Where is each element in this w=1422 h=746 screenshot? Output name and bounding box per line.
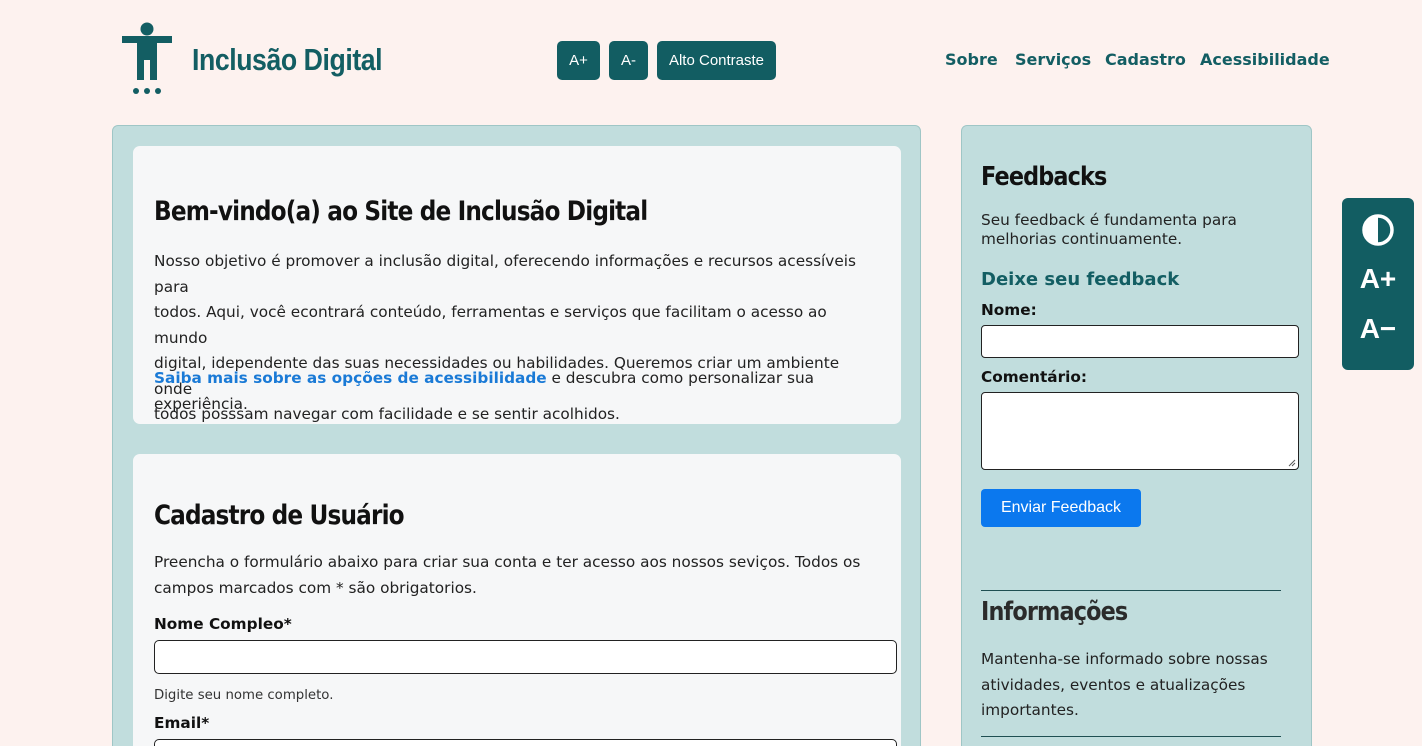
feedback-comment-textarea[interactable]	[981, 392, 1299, 470]
site-header: Inclusão Digital A+ A- Alto Contraste So…	[0, 0, 1422, 120]
info-text: Mantenha-se informado sobre nossas ativi…	[981, 647, 1281, 724]
feedback-intro: Seu feedback é fundamenta para melhorias…	[981, 211, 1281, 249]
nav-link-servicos[interactable]: Serviços	[1015, 50, 1091, 69]
font-decrease-button[interactable]: A-	[609, 41, 648, 80]
full-name-input[interactable]	[154, 640, 897, 674]
panel-font-decrease-button[interactable]: A−	[1342, 308, 1414, 350]
welcome-card: Bem-vindo(a) ao Site de Inclusão Digital…	[133, 146, 901, 424]
feedback-comment-label: Comentário:	[981, 368, 1087, 386]
nav-link-sobre[interactable]: Sobre	[945, 50, 998, 69]
submit-feedback-button[interactable]: Enviar Feedback	[981, 489, 1141, 527]
accessibility-toolbar: A+ A−	[1342, 198, 1414, 370]
register-line: campos marcados com * são obrigatorios.	[154, 578, 477, 597]
info-line: Mantenha-se informado sobre nossas	[981, 650, 1268, 668]
register-line: Preencha o formulário abaixo para criar …	[154, 553, 861, 571]
full-name-hint: Digite seu nome completo.	[154, 688, 334, 703]
high-contrast-button[interactable]: Alto Contraste	[657, 41, 776, 80]
nav-link-acessibilidade[interactable]: Acessibilidade	[1200, 50, 1330, 69]
accessibility-options-link[interactable]: Saiba mais sobre as opções de acessibili…	[154, 369, 547, 387]
nav-link-cadastro[interactable]: Cadastro	[1105, 50, 1186, 69]
register-title: Cadastro de Usuário	[154, 500, 405, 531]
resize-handle-icon[interactable]	[1288, 459, 1296, 467]
info-line: atividades, eventos e atualizações	[981, 675, 1246, 694]
feedback-intro-line: Seu feedback é fundamenta para	[981, 211, 1237, 229]
feedback-intro-line: melhorias continuamente.	[981, 230, 1183, 248]
feedback-title: Feedbacks	[981, 162, 1107, 192]
site-title[interactable]: Inclusão Digital	[192, 42, 383, 78]
register-intro: Preencha o formulário abaixo para criar …	[154, 550, 874, 601]
feedback-sidebar: Feedbacks Seu feedback é fundamenta para…	[961, 125, 1312, 746]
full-name-label: Nome Compleo*	[154, 615, 292, 633]
feedback-form-title: Deixe seu feedback	[981, 269, 1180, 290]
accessibility-person-icon	[122, 22, 172, 94]
accessibility-link-line: Saiba mais sobre as opções de acessibili…	[154, 366, 874, 417]
main-content: Bem-vindo(a) ao Site de Inclusão Digital…	[112, 125, 921, 746]
info-line: importantes.	[981, 701, 1079, 719]
email-label: Email*	[154, 714, 210, 732]
divider	[981, 736, 1281, 737]
feedback-name-label: Nome:	[981, 301, 1037, 319]
panel-font-increase-button[interactable]: A+	[1342, 258, 1414, 300]
font-increase-button[interactable]: A+	[557, 41, 600, 80]
feedback-name-input[interactable]	[981, 325, 1299, 358]
contrast-icon	[1362, 214, 1394, 246]
welcome-line: Nosso objetivo é promover a inclusão dig…	[154, 252, 856, 296]
contrast-toggle-button[interactable]	[1342, 210, 1414, 250]
email-input[interactable]	[154, 739, 897, 746]
welcome-line: todos. Aqui, você econtrará conteúdo, fe…	[154, 303, 827, 347]
info-title: Informações	[981, 597, 1128, 627]
welcome-title: Bem-vindo(a) ao Site de Inclusão Digital	[154, 196, 648, 227]
register-card: Cadastro de Usuário Preencha o formulári…	[133, 454, 901, 746]
divider	[981, 590, 1281, 591]
